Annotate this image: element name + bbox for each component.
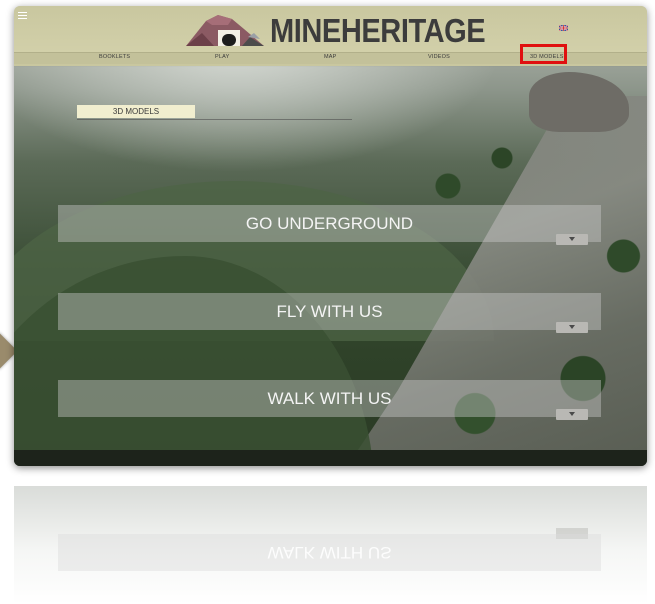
uk-flag-icon[interactable] [559,25,568,31]
screen-reflection: WALK WITH US [14,486,647,604]
nav-item-play[interactable]: PLAY [215,54,229,60]
expand-button[interactable] [556,409,588,420]
page-title: 3D MODELS [77,105,195,118]
section-title: WALK WITH US [267,389,392,408]
hamburger-menu-icon[interactable] [18,12,27,19]
section-title: GO UNDERGROUND [245,214,414,233]
nav-item-map[interactable]: MAP [324,54,337,60]
section-walk-with-us[interactable]: WALK WITH US [58,380,601,420]
chevron-down-icon [569,412,575,416]
app-screen: MINEHERITAGE BOOKLETS PLAY MAP VIDEOS 3D… [14,6,647,466]
chevron-down-icon [569,325,575,329]
nav-item-booklets[interactable]: BOOKLETS [99,54,130,60]
section-title: FLY WITH US [276,302,383,321]
section-fly-with-us[interactable]: FLY WITH US [58,293,601,333]
section-go-underground[interactable]: GO UNDERGROUND [58,205,601,245]
mine-entrance-logo-icon[interactable] [184,13,266,47]
site-logo-text[interactable]: MINEHERITAGE [270,12,486,50]
nav-highlight-box [520,44,567,64]
reflection-section-title: WALK WITH US [58,534,601,571]
title-divider [77,119,352,120]
expand-button[interactable] [556,322,588,333]
site-header: MINEHERITAGE BOOKLETS PLAY MAP VIDEOS 3D… [14,6,647,65]
header-underline [14,64,647,66]
chevron-down-icon [569,237,575,241]
nav-item-videos[interactable]: VIDEOS [428,54,450,60]
expand-button[interactable] [556,234,588,245]
footer-bar [14,450,647,466]
